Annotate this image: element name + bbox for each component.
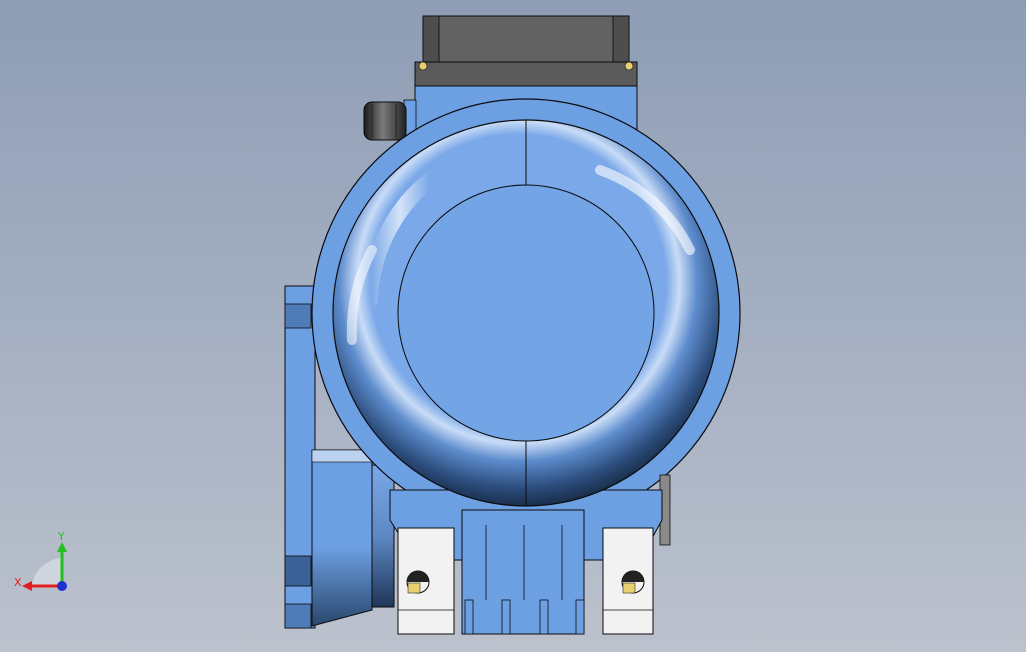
- triad-plane-shading: [32, 558, 62, 586]
- x-axis-arrowhead: [22, 581, 32, 591]
- z-axis-dot: [57, 581, 67, 591]
- y-axis-label: Y: [57, 530, 65, 543]
- mounting-foot-right: [602, 527, 654, 635]
- y-axis-arrowhead: [57, 542, 67, 552]
- x-axis-label: X: [14, 576, 22, 589]
- motor-model-view[interactable]: [0, 0, 1026, 652]
- coordinate-triad: Y X: [14, 530, 67, 591]
- graphics-viewport[interactable]: Y X: [0, 0, 1026, 652]
- fan-cover: [332, 119, 720, 507]
- mounting-foot-left: [397, 527, 455, 635]
